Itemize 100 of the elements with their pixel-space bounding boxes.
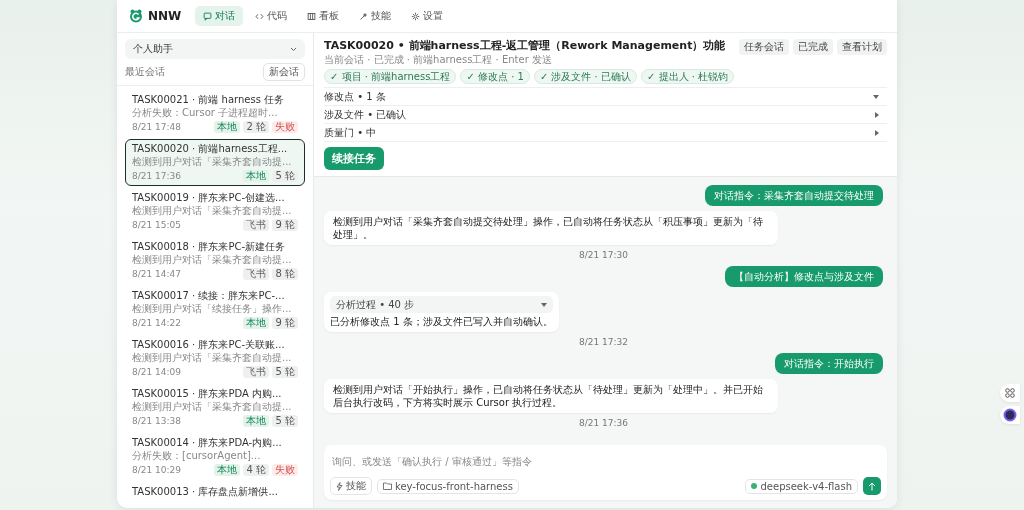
app-name: NNW <box>148 9 182 23</box>
session-tag: 4 轮 <box>243 464 269 476</box>
session-time: 8/21 17:36 <box>132 170 181 182</box>
user-message: 对话指令：采集齐套自动提交待处理 <box>705 185 883 206</box>
session-time: 8/21 10:29 <box>132 464 181 476</box>
session-tag: 本地 <box>243 170 270 182</box>
session-tag: 本地 <box>243 415 270 427</box>
session-time: 8/21 15:05 <box>132 219 181 231</box>
logo-icon <box>129 9 143 23</box>
header-button[interactable]: 查看计划 <box>837 39 887 55</box>
session-item[interactable]: TASK00015 · 胖东来PDA 内购... 检测到用户对话「采集齐套自动提... 8/21 13:38 本地 5 轮 <box>125 384 305 431</box>
nav-tab[interactable]: 代码 <box>247 6 296 26</box>
session-time: 8/21 17:48 <box>132 121 181 133</box>
collapsible-row[interactable]: 修改点 • 1 条 <box>324 87 887 105</box>
session-title: TASK00014 · 胖东来PDA-内购... <box>132 437 283 449</box>
nav-tab[interactable]: 设置 <box>403 6 452 26</box>
session-tag: 9 轮 <box>272 219 298 231</box>
gear-icon <box>411 11 421 21</box>
assistant-message: 检测到用户对话「开始执行」操作，已自动将任务状态从「待处理」更新为「处理中」。并已开始后台执行改码，下方将实时展示 Cursor 执行过程。 <box>324 379 778 413</box>
analysis-toggle[interactable]: 分析过程 • 40 步 <box>330 296 553 313</box>
status-chip: ✓ 修改点 · 1 <box>460 69 530 84</box>
session-item[interactable]: TASK00018 · 胖东来PC-新建任务 检测到用户对话「采集齐套自动提... 8/21 14:47 飞书 8 轮 <box>125 237 305 284</box>
session-item[interactable]: TASK00021 · 前端 harness 任务 分析失败：Cursor 子进程超时... 8/21 17:48 本地 2 轮 失败 <box>125 90 305 137</box>
task-subtitle: 当前会话 · 已完成 · 前端harness工程 · Enter 发送 <box>324 53 553 66</box>
assistant-button[interactable] <box>1000 406 1020 424</box>
message-time: 8/21 17:32 <box>579 337 628 348</box>
workspace-button[interactable]: key-focus-front-harness <box>377 478 519 494</box>
session-preview: 检测到用户对话「采集齐套自动提... <box>132 254 293 266</box>
chat-icon <box>203 11 213 21</box>
skill-button[interactable]: 技能 <box>330 477 372 495</box>
nav-tab[interactable]: 对话 <box>195 6 244 26</box>
session-title: TASK00017 · 续接：胖东来PC-... <box>132 290 286 302</box>
assistant-message: 检测到用户对话「采集齐套自动提交待处理」操作，已自动将任务状态从「积压事项」更新为「待处理」。 <box>324 211 778 245</box>
session-item[interactable]: TASK00014 · 胖东来PDA-内购... 分析失败：[cursorAgent]... 8/21 10:29 本地 4 轮 失败 <box>125 433 305 480</box>
section-label: 最近会话 <box>125 65 165 79</box>
session-item[interactable]: TASK00016 · 胖东来PC-关联账... 检测到用户对话「采集齐套自动提... 8/21 14:09 飞书 5 轮 <box>125 335 305 382</box>
session-tag: 本地 <box>214 464 241 476</box>
caret-icon <box>540 302 547 307</box>
session-title: TASK00020 · 前端harness工程... <box>132 143 289 155</box>
session-tag: 飞书 <box>243 268 270 280</box>
model-selector[interactable]: deepseek-v4-flash <box>745 478 858 494</box>
collapsible-row[interactable]: 涉及文件 • 已确认 <box>324 105 887 123</box>
user-message: 【自动分析】修改点与涉及文件 <box>725 266 883 287</box>
message-time: 8/21 17:36 <box>579 418 628 429</box>
nav-tab[interactable]: 看板 <box>299 6 348 26</box>
session-title: TASK00016 · 胖东来PC-关联账... <box>132 339 286 351</box>
ring-icon <box>1003 408 1017 422</box>
chevron-down-icon <box>290 46 297 52</box>
message-time: 8/21 17:30 <box>579 250 628 261</box>
composer-field[interactable]: 询问、或发送「确认执行 / 审核通过」等指令 技能 key-focus-front-harness deepseek-v4-flash <box>324 445 887 500</box>
status-chip: ✓ 涉及文件 · 已确认 <box>533 69 637 84</box>
session-tag: 5 轮 <box>272 415 298 427</box>
session-title: TASK00013 · 库存盘点新增供... <box>132 486 279 498</box>
lightning-icon <box>336 481 343 491</box>
session-preview: 检测到用户对话「采集齐套自动提... <box>132 401 293 413</box>
session-title: TASK00021 · 前端 harness 任务 <box>132 94 286 106</box>
session-tag: 本地 <box>214 121 241 133</box>
session-tag: 9 轮 <box>272 317 298 329</box>
session-item[interactable]: TASK00013 · 库存盘点新增供... <box>125 482 305 502</box>
status-dot <box>751 483 758 489</box>
status-chip: ✓ 项目 · 前端harness工程 <box>324 69 457 84</box>
code-icon <box>255 11 265 21</box>
session-preview: 分析失败：[cursorAgent]... <box>132 450 262 462</box>
session-item[interactable]: TASK00017 · 续接：胖东来PC-... 检测到用户对话「续接任务」操作... 8/21 14:22 本地 9 轮 <box>125 286 305 333</box>
session-item[interactable]: TASK00020 · 前端harness工程... 检测到用户对话「采集齐套自动提... 8/21 17:36 本地 5 轮 <box>125 139 305 186</box>
session-title: TASK00018 · 胖东来PC-新建任务 <box>132 241 287 253</box>
session-time: 8/21 14:09 <box>132 366 181 378</box>
user-message: 对话指令：开始执行 <box>775 353 883 374</box>
session-tag: 8 轮 <box>272 268 298 280</box>
session-item[interactable]: TASK00019 · 胖东来PC-创建选... 检测到用户对话「采集齐套自动提... 8/21 15:05 飞书 9 轮 <box>125 188 305 235</box>
session-preview: 检测到用户对话「采集齐套自动提... <box>132 352 293 364</box>
session-tag: 5 轮 <box>272 366 298 378</box>
board-icon <box>307 11 317 21</box>
session-preview: 分析失败：Cursor 子进程超时... <box>132 107 279 119</box>
session-tag: 2 轮 <box>243 121 269 133</box>
session-preview: 检测到用户对话「采集齐套自动提... <box>132 156 293 168</box>
send-button[interactable] <box>863 477 881 495</box>
collapsible-row[interactable]: 质量门 • 中 <box>324 123 887 141</box>
resume-task-button[interactable]: 续接任务 <box>324 147 384 170</box>
session-tag: 本地 <box>243 317 270 329</box>
header-button[interactable]: 任务会话 <box>739 39 789 55</box>
session-tag: 失败 <box>272 121 298 133</box>
session-tag: 飞书 <box>243 366 270 378</box>
wand-icon <box>359 11 369 21</box>
nav-tab[interactable]: 技能 <box>351 6 400 26</box>
session-preview: 检测到用户对话「采集齐套自动提... <box>132 205 293 217</box>
session-title: TASK00019 · 胖东来PC-创建选... <box>132 192 286 204</box>
grid-icon <box>1005 388 1015 398</box>
new-session-button[interactable]: 新会话 <box>263 63 305 81</box>
assistant-select[interactable]: 个人助手 <box>125 39 305 59</box>
status-chip: ✓ 提出人 · 杜锐钧 <box>640 69 735 84</box>
session-preview: 检测到用户对话「续接任务」操作... <box>132 303 293 315</box>
session-tag: 飞书 <box>243 219 270 231</box>
session-tag: 失败 <box>272 464 298 476</box>
header-button[interactable]: 已完成 <box>793 39 833 55</box>
task-title: TASK00020 • 前端harness工程-返工管理（Rework Management）功能 <box>324 39 726 53</box>
session-time: 8/21 14:22 <box>132 317 181 329</box>
arrow-up-icon <box>868 481 876 491</box>
session-time: 8/21 14:47 <box>132 268 181 280</box>
analysis-result: 已分析修改点 1 条；涉及文件已写入并自动确认。 <box>330 315 553 328</box>
